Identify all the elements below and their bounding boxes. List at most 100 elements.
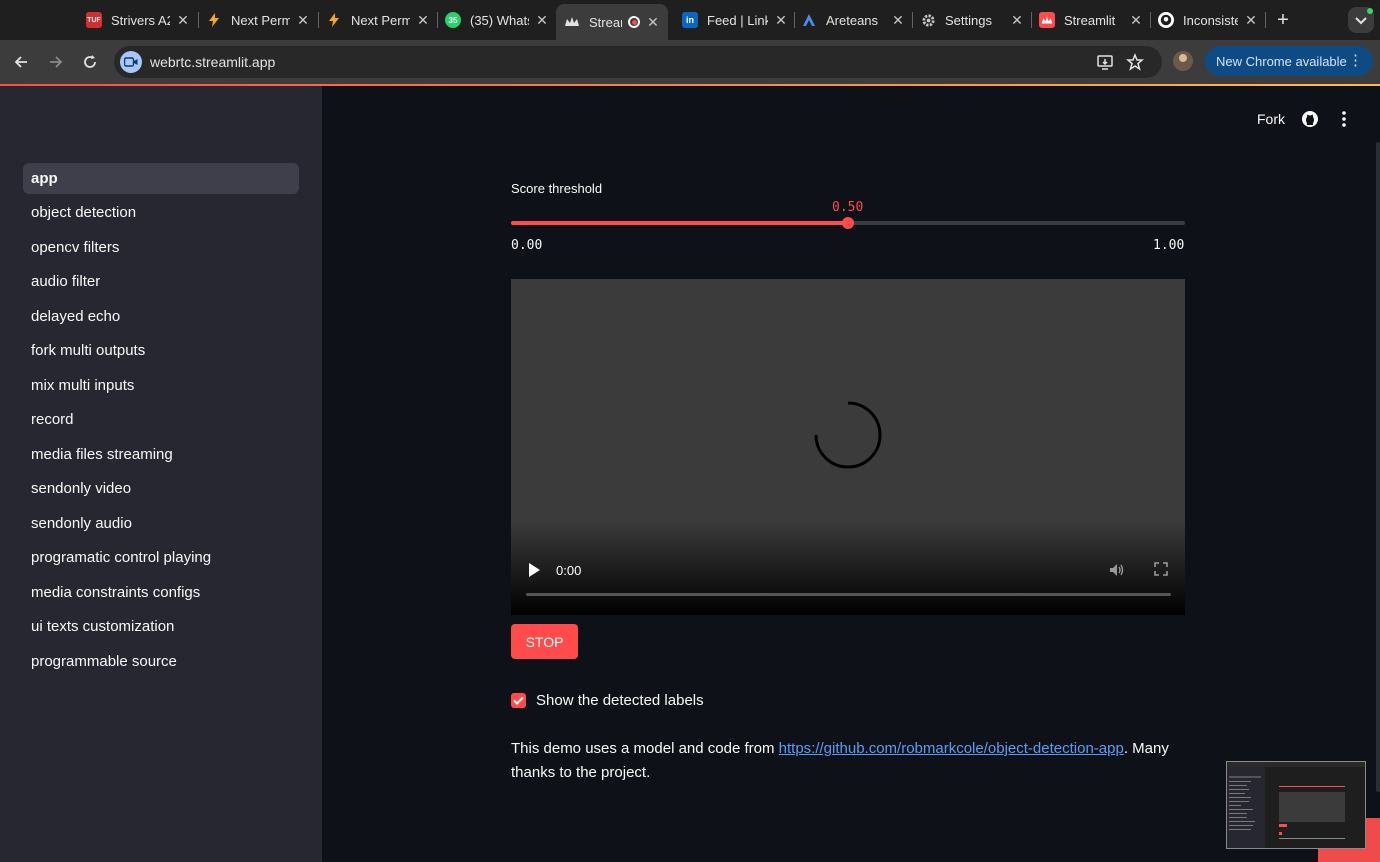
main-menu-icon[interactable] [1340,110,1348,128]
tab-title: Streamlit [1064,12,1116,28]
tab-close-icon[interactable]: ✕ [1129,12,1143,29]
tab-title: Streamlit [589,14,622,30]
scrollbar[interactable] [1376,142,1380,792]
tab-title: Next Perm [351,12,410,28]
profile-avatar[interactable] [1173,51,1193,71]
loading-spinner-icon [814,401,882,469]
tab-close-icon[interactable]: ✕ [416,12,430,29]
lightning-icon [206,12,222,28]
slider-value: 0.50 [832,200,864,215]
tab-divider [437,12,438,28]
camera-icon[interactable] [120,51,142,73]
tab-title: Next Perm [231,12,290,28]
description-text: This demo uses a model and code from htt… [511,737,1185,785]
star-icon[interactable] [1126,53,1144,71]
new-tab-plus-icon[interactable]: + [1272,9,1294,31]
browser-tab[interactable]: Streamlit ✕ [1039,0,1143,40]
tab-title: Feed | LinkedIn [707,12,768,28]
sidebar-item-sendonly-video[interactable]: sendonly video [23,473,299,504]
install-app-icon[interactable] [1096,53,1114,71]
tab-title: (35) WhatsApp [470,12,529,28]
tab-close-icon[interactable]: ✕ [176,12,190,29]
browser-tab-active[interactable]: Streamlit ✕ [556,4,668,40]
status-dot [1367,8,1373,14]
sidebar-item-record[interactable]: record [23,404,299,435]
tab-close-icon[interactable]: ✕ [1010,12,1024,29]
arrow-left-icon [14,56,27,68]
show-labels-checkbox[interactable] [511,693,526,708]
tab-title: Areteans [826,12,879,28]
tab-close-icon[interactable]: ✕ [891,12,905,29]
streamlit-crown-icon [564,14,580,30]
picture-in-picture-preview[interactable] [1226,761,1366,849]
reload-button[interactable] [78,50,102,74]
stop-button[interactable]: STOP [511,624,578,659]
checkbox-label[interactable]: Show the detected labels [536,692,704,709]
github-repo-link[interactable]: https://github.com/robmarkcole/object-de… [779,740,1124,757]
tab-close-icon[interactable]: ✕ [1244,12,1258,29]
sidebar-item-object-detection[interactable]: object detection [23,197,299,228]
sidebar-item-mix-multi-inputs[interactable]: mix multi inputs [23,370,299,401]
tab-divider [794,12,795,28]
arrow-right-icon [50,56,63,68]
sidebar-item-media-files-streaming[interactable]: media files streaming [23,439,299,470]
main-content: Fork Score threshold 0.50 0.00 1.00 0:00… [322,86,1380,862]
sidebar-item-ui-texts-customization[interactable]: ui texts customization [23,611,299,642]
video-time: 0:00 [556,563,582,578]
more-vert-icon: ⋮ [1348,52,1363,69]
sidebar: app object detection opencv filters audi… [0,86,322,862]
tab-title: Strivers A2Z [111,12,170,28]
sidebar-item-app[interactable]: app [23,163,299,194]
github-icon [1158,12,1174,28]
tab-title: Inconsistent [1183,12,1238,28]
sidebar-item-programmable-source[interactable]: programmable source [23,646,299,677]
github-icon[interactable] [1301,110,1319,128]
browser-tab[interactable]: in Feed | LinkedIn ✕ [682,0,788,40]
browser-tab[interactable]: Next Perm ✕ [326,0,430,40]
forward-button[interactable] [44,50,68,74]
browser-tab[interactable]: Settings ✕ [920,0,1024,40]
tab-divider [1150,12,1151,28]
tab-close-icon[interactable]: ✕ [646,14,660,31]
sidebar-item-media-constraints-configs[interactable]: media constraints configs [23,577,299,608]
tab-close-icon[interactable]: ✕ [535,12,549,29]
sidebar-item-opencv-filters[interactable]: opencv filters [23,232,299,263]
chrome-update-button[interactable]: New Chrome available ⋮ [1205,46,1373,76]
tuf-icon: TUF [86,12,102,28]
slider-thumb[interactable] [842,217,854,229]
volume-icon[interactable] [1108,561,1126,579]
browser-tab[interactable]: Inconsistent ✕ [1158,0,1258,40]
browser-tab[interactable]: 35 (35) WhatsApp ✕ [445,0,549,40]
back-button[interactable] [9,50,33,74]
tab-divider [1265,12,1266,28]
sidebar-item-audio-filter[interactable]: audio filter [23,266,299,297]
browser-tab[interactable]: TUF Strivers A2Z ✕ [86,0,190,40]
tab-close-icon[interactable]: ✕ [774,12,788,29]
browser-tab[interactable]: Next Perm ✕ [206,0,310,40]
browser-tab[interactable]: Areteans ✕ [801,0,905,40]
address-bar[interactable]: webrtc.streamlit.app [114,46,1162,78]
play-icon[interactable] [527,562,541,578]
whatsapp-icon: 35 [445,12,461,28]
tab-close-icon[interactable]: ✕ [296,12,310,29]
recording-icon [628,16,640,28]
sidebar-item-fork-multi-outputs[interactable]: fork multi outputs [23,335,299,366]
sidebar-item-programatic-control-playing[interactable]: programatic control playing [23,542,299,573]
fork-button[interactable]: Fork [1257,111,1285,127]
score-threshold-slider[interactable] [511,217,1185,229]
streamlit-icon [1039,12,1055,28]
url-text: webrtc.streamlit.app [150,54,276,70]
tab-divider [912,12,913,28]
sidebar-item-sendonly-audio[interactable]: sendonly audio [23,508,299,539]
tab-divider [318,12,319,28]
slider-label: Score threshold [511,181,603,196]
browser-tab-strip: TUF Strivers A2Z ✕ Next Perm ✕ Next Perm… [0,0,1380,40]
update-label: New Chrome available [1216,53,1347,69]
video-player[interactable]: 0:00 [511,279,1185,615]
slider-fill [511,221,848,225]
fullscreen-icon[interactable] [1154,562,1168,576]
lightning-icon [326,12,342,28]
sidebar-item-delayed-echo[interactable]: delayed echo [23,301,299,332]
video-progress-bar[interactable] [526,593,1171,596]
gear-icon [920,12,936,28]
